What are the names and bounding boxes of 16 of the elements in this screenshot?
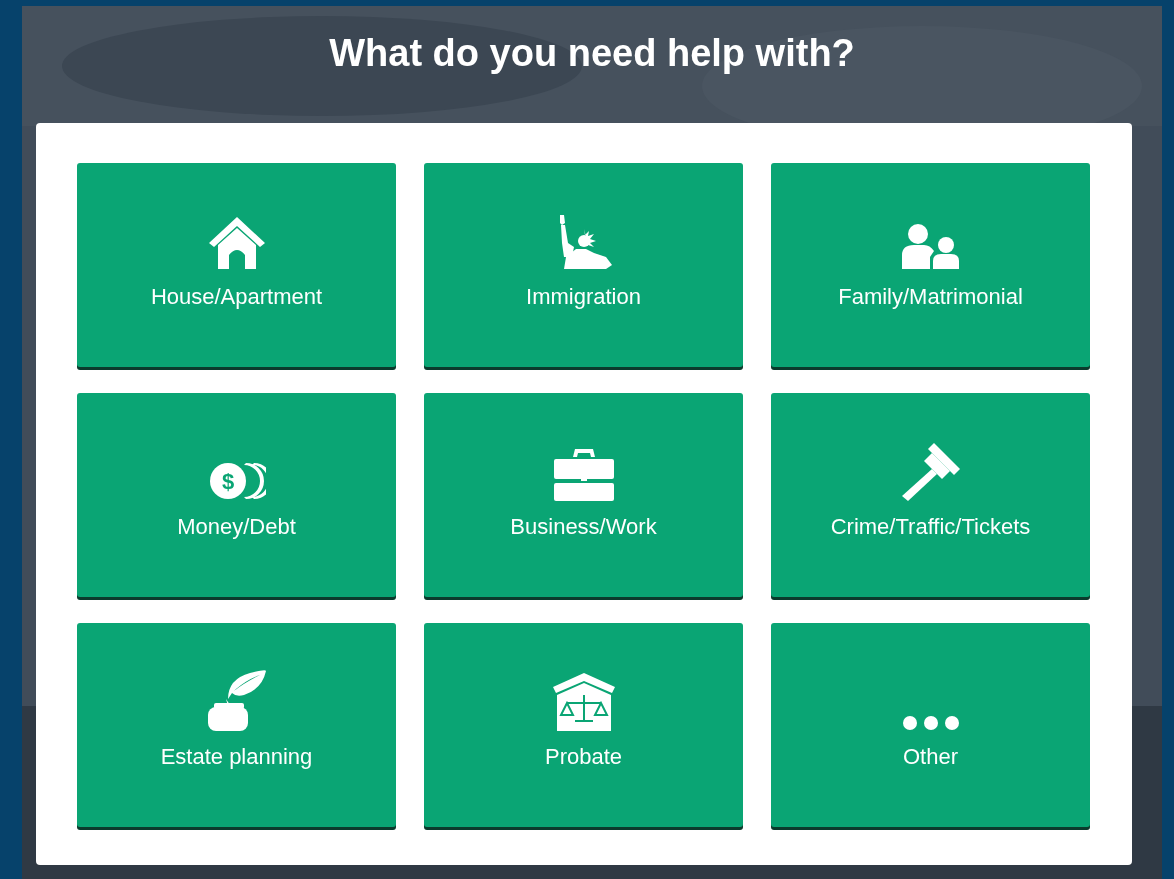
quill-icon <box>205 669 268 731</box>
category-tile[interactable]: Business/Work <box>424 393 743 597</box>
category-tile[interactable]: Probate <box>424 623 743 827</box>
category-tile[interactable]: Estate planning <box>77 623 396 827</box>
category-tile[interactable]: $ Money/Debt <box>77 393 396 597</box>
house-icon <box>207 215 266 271</box>
briefcase-icon <box>552 447 615 501</box>
category-tile[interactable]: Crime/Traffic/Tickets <box>771 393 1090 597</box>
category-tile[interactable]: House/Apartment <box>77 163 396 367</box>
courthouse-icon <box>552 673 615 731</box>
people-icon <box>899 223 962 271</box>
category-tile[interactable]: Immigration <box>424 163 743 367</box>
category-tile[interactable]: Other <box>771 623 1090 827</box>
category-tile[interactable]: Family/Matrimonial <box>771 163 1090 367</box>
more-icon <box>901 715 960 731</box>
page-heading: What do you need help with? <box>329 31 855 76</box>
